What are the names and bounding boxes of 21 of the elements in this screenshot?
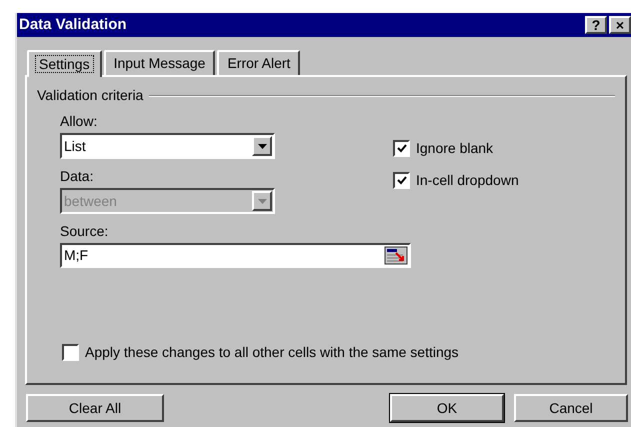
tab[interactable]: Error Alert	[217, 50, 300, 75]
source-field[interactable]: M;F	[60, 243, 411, 268]
dropdown-value: List	[64, 136, 86, 156]
group-title: Validation criteria	[37, 86, 144, 105]
field-label: Source:	[60, 222, 110, 240]
dialog-button[interactable]: OK	[390, 394, 504, 422]
checkbox-label: Ignore blank	[416, 139, 494, 158]
dropdown[interactable]: List	[60, 133, 275, 159]
checkbox-label: Apply these changes to all other cells with the same settings	[85, 343, 459, 362]
window-title: Data Validation	[19, 14, 127, 35]
tab[interactable]: Input Message	[104, 50, 216, 75]
source-value: M;F	[64, 246, 88, 265]
tab[interactable]: Settings	[27, 50, 102, 77]
checkbox-label: In-cell dropdown	[416, 171, 519, 190]
dropdown-value: between	[64, 192, 117, 210]
field-label: Data:	[60, 167, 94, 185]
close-button[interactable]: ×	[609, 16, 631, 34]
dialog-button[interactable]: Cancel	[514, 394, 628, 422]
help-button[interactable]: ?	[585, 16, 607, 34]
dialog-button[interactable]: Clear All	[26, 394, 164, 422]
field-label: Allow:	[60, 112, 98, 130]
